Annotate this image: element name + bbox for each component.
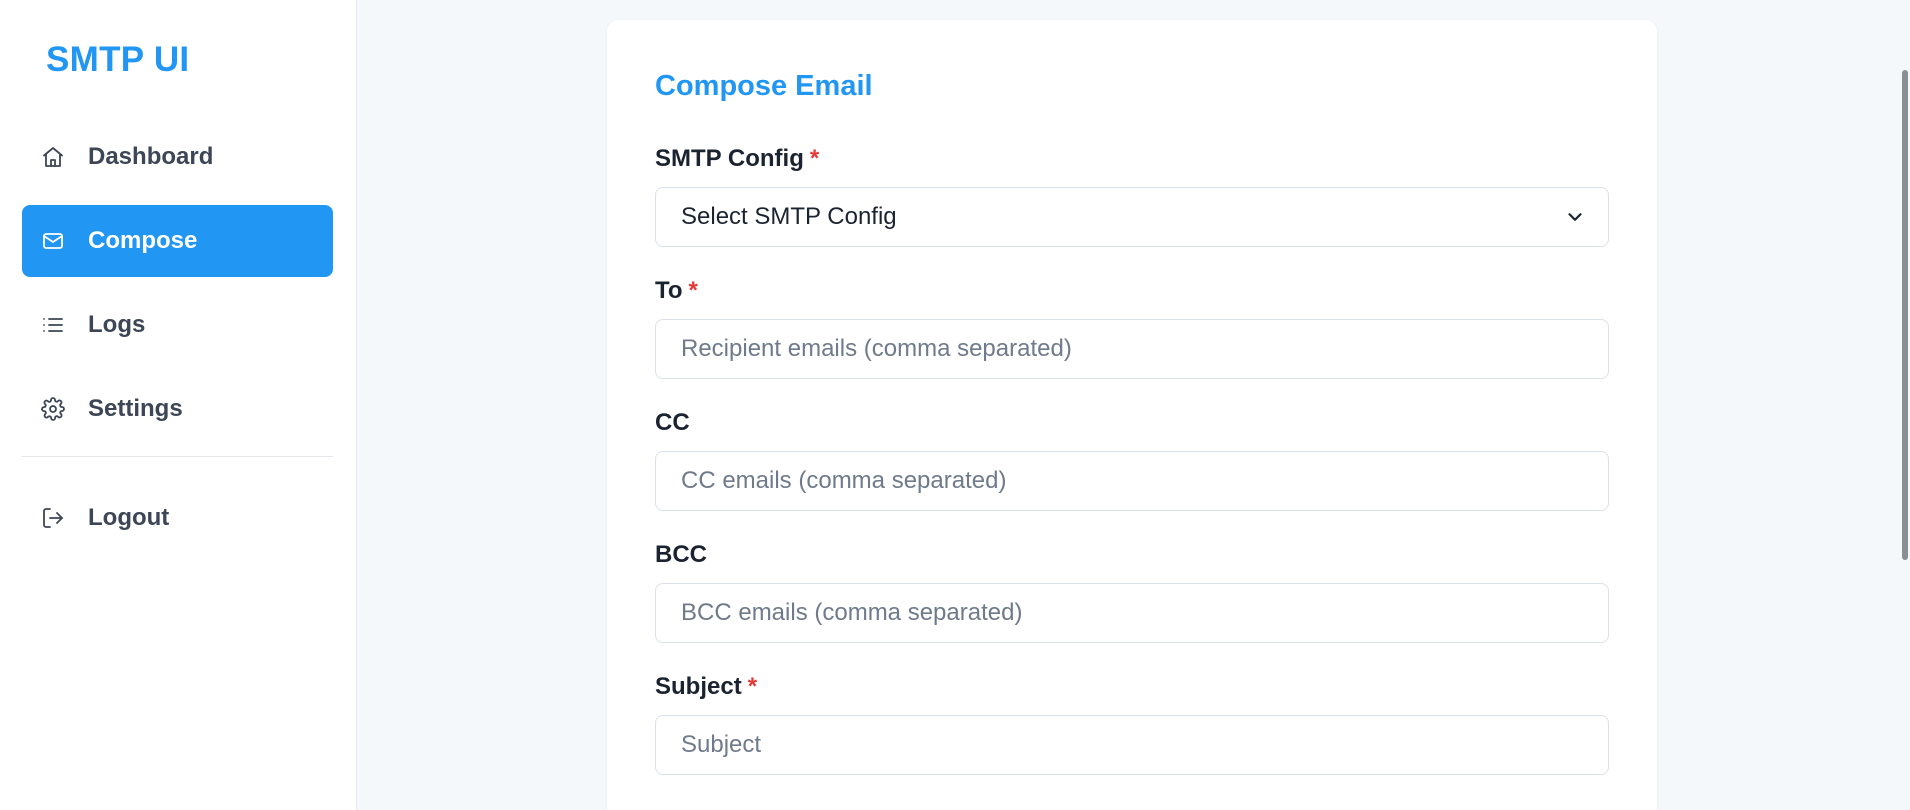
- smtp-config-label-text: SMTP Config: [655, 145, 804, 172]
- cc-field: [655, 451, 1609, 511]
- sidebar-item-dashboard[interactable]: Dashboard: [22, 121, 333, 193]
- logout-icon: [40, 505, 66, 531]
- cc-label-text: CC: [655, 409, 690, 436]
- to-label-text: To: [655, 277, 683, 304]
- required-marker: *: [747, 673, 758, 700]
- subject-label: Subject *: [655, 673, 757, 701]
- logout-label: Logout: [88, 504, 170, 531]
- subject-label-text: Subject: [655, 673, 742, 700]
- app-logo[interactable]: SMTP UI: [46, 40, 189, 80]
- cc-input[interactable]: [656, 452, 1608, 510]
- sidebar-item-label: Dashboard: [88, 143, 214, 170]
- mail-icon: [40, 228, 66, 254]
- list-icon: [40, 312, 66, 338]
- bcc-label-text: BCC: [655, 541, 707, 568]
- bcc-field: [655, 583, 1609, 643]
- logout-button[interactable]: Logout: [22, 482, 333, 554]
- sidebar-item-label: Compose: [88, 227, 198, 254]
- scrollbar-thumb[interactable]: [1902, 70, 1908, 560]
- sidebar-item-compose[interactable]: Compose: [22, 205, 333, 277]
- chevron-down-icon: [1564, 206, 1586, 228]
- bcc-label: BCC: [655, 541, 707, 569]
- to-field: [655, 319, 1609, 379]
- app-root: SMTP UI Dashboard Compose Logs Settings: [0, 0, 1910, 810]
- required-marker: *: [688, 277, 698, 304]
- sidebar-item-label: Settings: [88, 395, 183, 422]
- sidebar-item-label: Logs: [88, 311, 146, 338]
- to-label: To *: [655, 277, 698, 305]
- sidebar: SMTP UI Dashboard Compose Logs Settings: [0, 0, 357, 810]
- bcc-input[interactable]: [656, 584, 1608, 642]
- required-marker: *: [809, 145, 820, 172]
- gear-icon: [40, 396, 66, 422]
- smtp-config-select[interactable]: Select SMTP Config: [655, 187, 1609, 247]
- compose-card: Compose Email SMTP Config * Select SMTP C…: [607, 20, 1657, 810]
- smtp-config-selected-value: Select SMTP Config: [681, 203, 897, 230]
- sidebar-item-logs[interactable]: Logs: [22, 289, 333, 361]
- page-scrollbar[interactable]: [1896, 0, 1910, 810]
- sidebar-item-settings[interactable]: Settings: [22, 373, 333, 445]
- cc-label: CC: [655, 409, 690, 437]
- subject-input[interactable]: [656, 716, 1608, 774]
- page-title: Compose Email: [655, 70, 873, 102]
- smtp-config-label: SMTP Config *: [655, 145, 819, 173]
- subject-field: [655, 715, 1609, 775]
- sidebar-divider: [22, 456, 333, 457]
- home-icon: [40, 144, 66, 170]
- to-input[interactable]: [656, 320, 1608, 378]
